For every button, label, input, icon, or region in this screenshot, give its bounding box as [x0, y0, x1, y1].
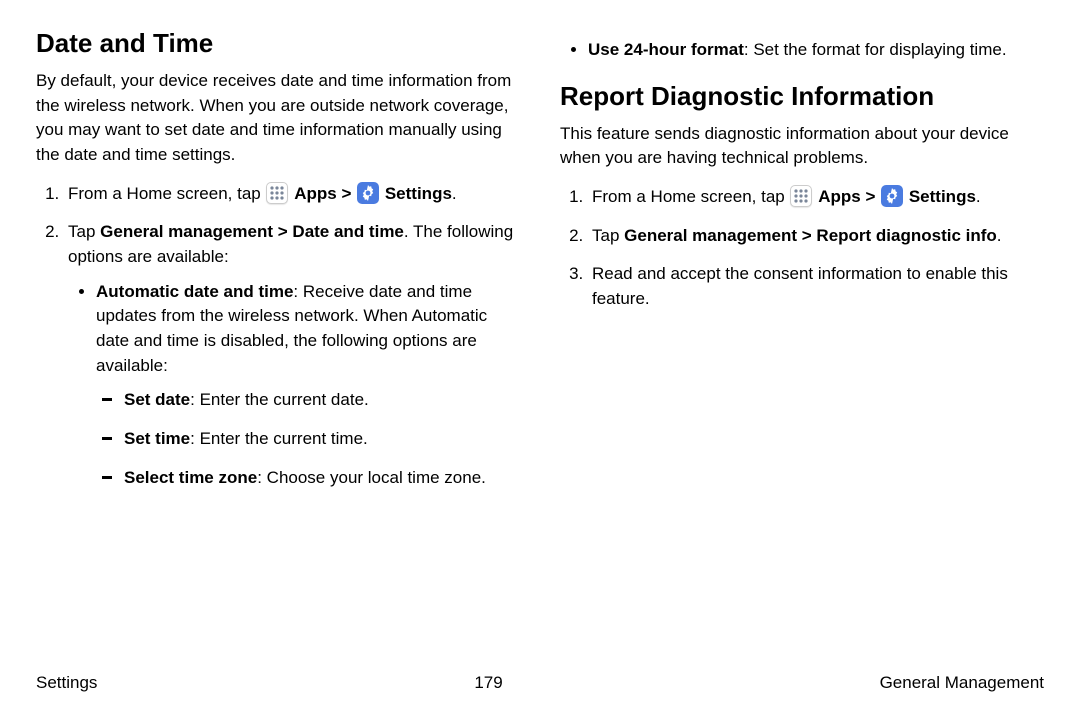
option-text: : Enter the current date.: [190, 390, 369, 409]
settings-label: Settings: [909, 187, 976, 206]
diag-step-1: From a Home screen, tap Apps > Settings.: [588, 185, 1044, 210]
disabled-options: Set date: Enter the current date. Set ti…: [96, 388, 520, 490]
step-bold: General management > Date and time: [100, 222, 404, 241]
option-label: Select time zone: [124, 468, 257, 487]
footer-right: General Management: [880, 671, 1044, 696]
dt-step-1: From a Home screen, tap Apps > Settings.: [64, 182, 520, 207]
apps-label: Apps: [294, 184, 337, 203]
time-zone-item: Select time zone: Choose your local time…: [124, 466, 520, 491]
step-suffix: .: [452, 184, 457, 203]
auto-date-time-item: Automatic date and time: Receive date an…: [96, 280, 520, 490]
option-label: Automatic date and time: [96, 282, 293, 301]
chevron: >: [341, 184, 351, 203]
settings-icon: [357, 182, 379, 204]
use24-list: Use 24-hour format: Set the format for d…: [560, 38, 1044, 63]
use24-item: Use 24-hour format: Set the format for d…: [588, 38, 1044, 63]
option-label: Use 24-hour format: [588, 40, 744, 59]
option-text: : Choose your local time zone.: [257, 468, 486, 487]
diagnostic-intro: This feature sends diagnostic informatio…: [560, 122, 1044, 171]
diag-step-2: Tap General management > Report diagnost…: [588, 224, 1044, 249]
dt-step-2: Tap General management > Date and time. …: [64, 220, 520, 490]
apps-icon: [790, 185, 812, 207]
step-suffix: .: [997, 226, 1002, 245]
diag-step-3: Read and accept the consent information …: [588, 262, 1044, 311]
step-text: From a Home screen, tap: [592, 187, 789, 206]
chevron: >: [865, 187, 875, 206]
settings-icon: [881, 185, 903, 207]
dt-options: Automatic date and time: Receive date an…: [68, 280, 520, 490]
option-text: : Set the format for displaying time.: [744, 40, 1007, 59]
step-text: Tap: [68, 222, 100, 241]
set-time-item: Set time: Enter the current time.: [124, 427, 520, 452]
settings-label: Settings: [385, 184, 452, 203]
set-date-item: Set date: Enter the current date.: [124, 388, 520, 413]
date-time-steps: From a Home screen, tap Apps > Settings.…: [36, 182, 520, 490]
date-time-heading: Date and Time: [36, 28, 520, 59]
step-suffix: .: [976, 187, 981, 206]
diagnostic-heading: Report Diagnostic Information: [560, 81, 1044, 112]
diagnostic-steps: From a Home screen, tap Apps > Settings.…: [560, 185, 1044, 312]
date-time-intro: By default, your device receives date an…: [36, 69, 520, 168]
apps-label: Apps: [818, 187, 861, 206]
option-label: Set time: [124, 429, 190, 448]
left-column: Date and Time By default, your device re…: [36, 28, 520, 504]
step-bold: General management > Report diagnostic i…: [624, 226, 997, 245]
page-footer: Settings 179 General Management: [36, 671, 1044, 696]
step-text: From a Home screen, tap: [68, 184, 265, 203]
option-text: : Enter the current time.: [190, 429, 368, 448]
step-text: Tap: [592, 226, 624, 245]
option-label: Set date: [124, 390, 190, 409]
footer-left: Settings: [36, 671, 97, 696]
footer-page-number: 179: [474, 671, 502, 696]
right-column: Use 24-hour format: Set the format for d…: [560, 28, 1044, 504]
apps-icon: [266, 182, 288, 204]
